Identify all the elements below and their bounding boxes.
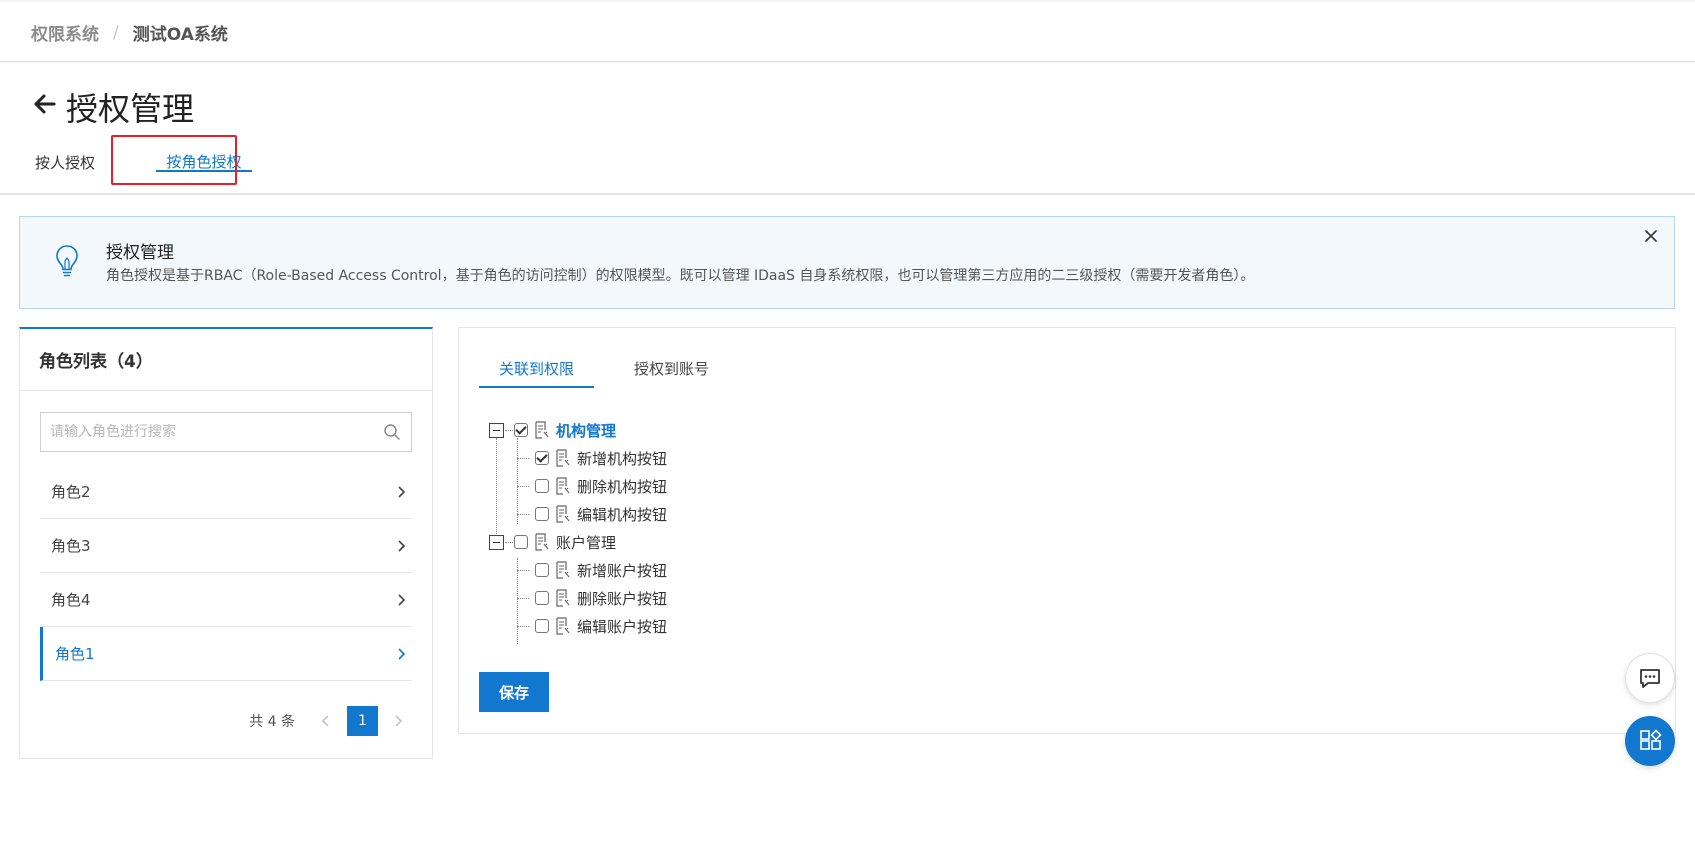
- document-icon: [556, 477, 570, 495]
- search-icon[interactable]: [383, 423, 401, 441]
- chat-button[interactable]: [1625, 653, 1675, 703]
- chevron-right-icon[interactable]: [392, 714, 404, 728]
- page-header: 授权管理 按人授权 按角色授权: [0, 62, 1695, 195]
- apps-icon: [1640, 729, 1662, 750]
- document-icon: [556, 589, 570, 607]
- tree-connector: [496, 438, 497, 548]
- tree-node-label[interactable]: 新增账户按钮: [577, 560, 667, 581]
- chevron-right-icon: [398, 486, 406, 498]
- tree-checkbox[interactable]: [535, 507, 549, 521]
- tree-checkbox[interactable]: [535, 451, 549, 465]
- tree-collapse-toggle[interactable]: [489, 423, 504, 438]
- role-item-label: 角色3: [51, 537, 91, 555]
- tree-node-label[interactable]: 编辑账户按钮: [577, 616, 667, 637]
- document-icon: [556, 449, 570, 467]
- role-item-label: 角色4: [51, 591, 91, 609]
- role-list: 角色2 角色3 角色4 角色1: [40, 465, 412, 681]
- apps-button[interactable]: [1625, 716, 1675, 766]
- pagination-total: 共 4 条: [249, 714, 295, 730]
- chevron-right-icon: [398, 648, 406, 660]
- chevron-right-icon: [398, 540, 406, 552]
- tree-node-label[interactable]: 新增机构按钮: [577, 448, 667, 469]
- tree-checkbox[interactable]: [535, 591, 549, 605]
- tree-checkbox[interactable]: [535, 479, 549, 493]
- tree-node: 编辑账户按钮: [535, 614, 667, 638]
- role-item[interactable]: 角色3: [40, 519, 412, 573]
- role-item-label: 角色1: [55, 645, 95, 663]
- tree-node: 新增机构按钮: [535, 446, 667, 470]
- tree-collapse-toggle[interactable]: [489, 535, 504, 550]
- tree-connector: [517, 438, 518, 524]
- tree-checkbox[interactable]: [514, 423, 528, 437]
- lightbulb-icon: [56, 245, 78, 277]
- tree-node: 机构管理: [514, 418, 616, 442]
- tree-node-label[interactable]: 删除账户按钮: [577, 588, 667, 609]
- top-bar: 权限系统 / 测试OA系统: [0, 0, 1695, 62]
- role-item-active[interactable]: 角色1: [40, 627, 412, 681]
- tab-link-permissions[interactable]: 关联到权限: [479, 356, 594, 388]
- tree-connector: [517, 570, 529, 571]
- tree-node: 删除机构按钮: [535, 474, 667, 498]
- tree-node: 编辑机构按钮: [535, 502, 667, 526]
- tree-checkbox[interactable]: [535, 563, 549, 577]
- permission-panel: 关联到权限 授权到账号 机构管理 新增机构按钮 删除机构按钮 编辑机构按钮 账户…: [458, 327, 1676, 734]
- tree-connector: [517, 458, 529, 459]
- notice-text: 角色授权是基于RBAC（Role-Based Access Control，基于…: [106, 268, 1255, 284]
- document-icon: [535, 421, 549, 439]
- role-list-panel: 角色列表（4） 角色2 角色3 角色4 角色1 共 4 条 1: [19, 327, 433, 759]
- role-list-title: 角色列表（4）: [20, 329, 432, 391]
- tree-checkbox[interactable]: [535, 619, 549, 633]
- tree-checkbox[interactable]: [514, 535, 528, 549]
- back-arrow-icon[interactable]: [33, 92, 57, 116]
- pagination: 共 4 条 1: [249, 706, 404, 736]
- tree-node-label[interactable]: 机构管理: [556, 420, 616, 441]
- document-icon: [556, 561, 570, 579]
- role-search-input[interactable]: [41, 413, 371, 451]
- document-icon: [556, 617, 570, 635]
- role-item-label: 角色2: [51, 483, 91, 501]
- close-icon[interactable]: [1642, 227, 1660, 245]
- notice-title: 授权管理: [106, 243, 174, 263]
- tab-bar: 按人授权 按角色授权: [35, 146, 252, 180]
- tab-by-person[interactable]: 按人授权: [35, 146, 121, 180]
- role-item[interactable]: 角色2: [40, 465, 412, 519]
- tree-node-label[interactable]: 编辑机构按钮: [577, 504, 667, 525]
- pagination-page-button[interactable]: 1: [347, 706, 378, 736]
- info-notice: 授权管理 角色授权是基于RBAC（Role-Based Access Contr…: [19, 216, 1675, 309]
- tab-grant-accounts[interactable]: 授权到账号: [634, 356, 709, 386]
- tab-by-role[interactable]: 按角色授权: [156, 146, 252, 172]
- tree-node: 账户管理: [514, 530, 616, 554]
- tree-connector: [517, 486, 529, 487]
- tree-connector: [517, 626, 529, 627]
- save-button[interactable]: 保存: [479, 672, 549, 712]
- role-search-box: [40, 412, 412, 452]
- chevron-right-icon: [398, 594, 406, 606]
- chat-icon: [1640, 669, 1660, 688]
- tree-node: 删除账户按钮: [535, 586, 667, 610]
- permission-tab-bar: 关联到权限 授权到账号: [479, 356, 709, 388]
- document-icon: [535, 533, 549, 551]
- breadcrumb: 权限系统 / 测试OA系统: [31, 20, 228, 46]
- tree-node: 新增账户按钮: [535, 558, 667, 582]
- breadcrumb-root[interactable]: 权限系统: [31, 20, 99, 45]
- document-icon: [556, 505, 570, 523]
- tree-connector: [517, 598, 529, 599]
- breadcrumb-current: 测试OA系统: [132, 25, 228, 45]
- tree-node-label[interactable]: 账户管理: [556, 532, 616, 553]
- tree-node-label[interactable]: 删除机构按钮: [577, 476, 667, 497]
- chevron-left-icon[interactable]: [320, 714, 332, 728]
- breadcrumb-separator: /: [113, 22, 119, 43]
- page-title: 授权管理: [66, 90, 195, 128]
- role-item[interactable]: 角色4: [40, 573, 412, 627]
- tree-connector: [517, 514, 529, 515]
